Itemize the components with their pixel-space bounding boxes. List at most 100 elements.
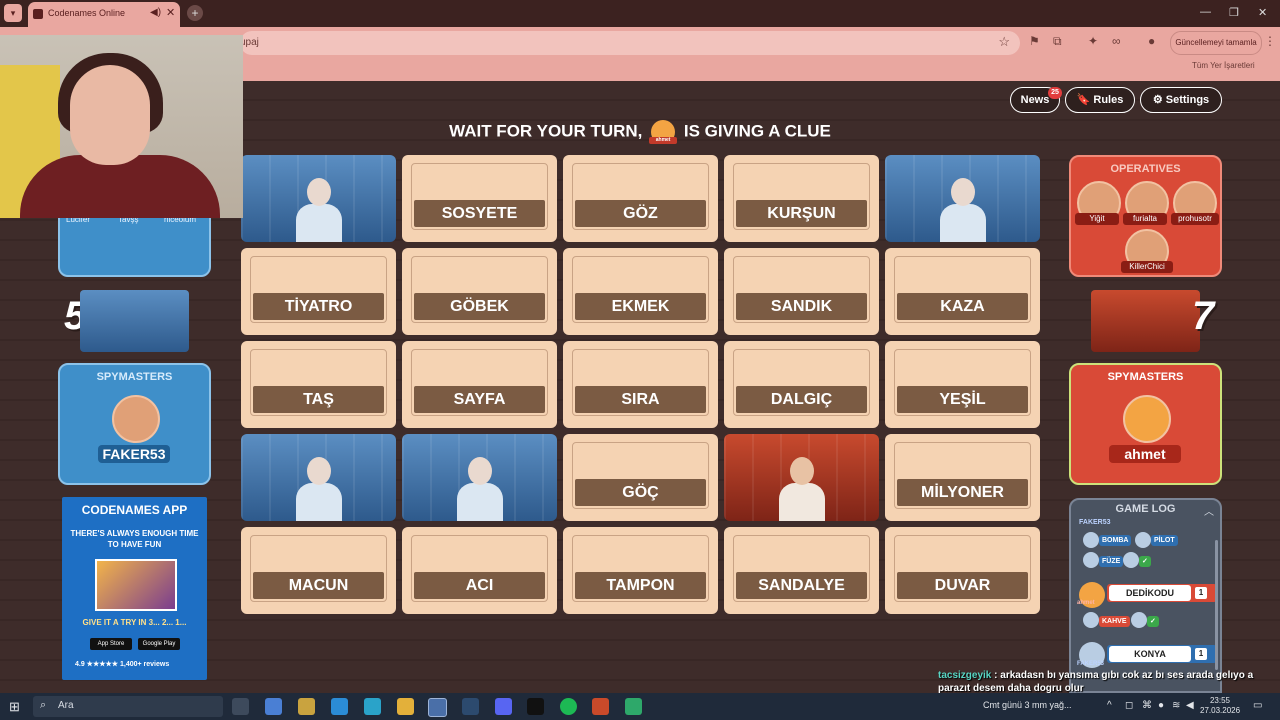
word-card[interactable] [402, 434, 557, 521]
word-card[interactable]: ACI [402, 527, 557, 614]
bookmark-star-icon[interactable]: ☆ [998, 34, 1010, 50]
browser-tab[interactable]: Codenames Online ◀) ✕ [28, 2, 180, 27]
log-user: FAKER53 [1079, 519, 1111, 526]
word-card[interactable]: DUVAR [885, 527, 1040, 614]
steam-icon[interactable] [462, 698, 479, 715]
windows-taskbar: ⊞ ⌕ Ara Cmt günü 3 mm yağ... ^ ◻ ⌘ ● ≋ ◀… [0, 693, 1280, 720]
volume-icon[interactable]: ◀ [1186, 700, 1194, 711]
card-word: GÖZ [575, 200, 706, 227]
word-card[interactable]: SAYFA [402, 341, 557, 428]
rules-button[interactable]: 🔖 Rules [1065, 87, 1135, 113]
discord-icon[interactable] [495, 698, 512, 715]
wifi-icon[interactable]: ≋ [1172, 700, 1180, 711]
log-avatar [1083, 612, 1099, 628]
chevron-up-icon[interactable]: ^ [1107, 700, 1112, 711]
word-card[interactable]: KAZA [885, 248, 1040, 335]
blue-spymaster-name: FAKER53 [98, 445, 170, 463]
word-card[interactable]: MİLYONER [885, 434, 1040, 521]
agent-head [306, 457, 331, 485]
log-scrollbar[interactable] [1215, 540, 1218, 670]
app-store-badge[interactable]: App Store [90, 638, 132, 650]
microphone-icon[interactable]: ● [1158, 700, 1164, 711]
word-card[interactable]: SANDIK [724, 248, 879, 335]
codenames-app-ad[interactable]: CODENAMES APP THERE'S ALWAYS ENOUGH TIME… [62, 497, 207, 680]
tab-favicon-icon [33, 9, 43, 19]
game-log-panel[interactable]: GAME LOG ︿ FAKER53 BOMBA PİLOT FÜZE ✓ ah… [1069, 498, 1222, 693]
word-card[interactable]: SOSYETE [402, 155, 557, 242]
log-clue-number: 1 [1195, 648, 1207, 660]
copilot-icon[interactable] [298, 698, 315, 715]
red-operative-name: furialta [1123, 213, 1167, 225]
word-card[interactable] [241, 155, 396, 242]
ad-image [95, 559, 177, 611]
word-card[interactable]: SANDALYE [724, 527, 879, 614]
puzzle-icon[interactable]: ⧉ [1053, 34, 1062, 49]
mail-icon[interactable] [331, 698, 348, 715]
word-card[interactable]: DALGIÇ [724, 341, 879, 428]
close-tab-icon[interactable]: ✕ [166, 6, 175, 19]
network-icon[interactable]: ⌘ [1142, 700, 1152, 711]
gear-icon: ⚙ [1152, 94, 1163, 106]
word-card[interactable] [724, 434, 879, 521]
word-card[interactable]: TİYATRO [241, 248, 396, 335]
chevron-up-icon[interactable]: ︿ [1204, 503, 1214, 518]
word-card[interactable]: TAMPON [563, 527, 718, 614]
tray-icon[interactable]: ◻ [1125, 700, 1133, 711]
menu-icon[interactable]: ⋮ [1264, 34, 1276, 48]
word-card[interactable] [241, 434, 396, 521]
card-word: KAZA [897, 293, 1028, 320]
reading-list-icon[interactable]: ✦ [1088, 34, 1098, 48]
close-window-icon[interactable]: ✕ [1258, 6, 1267, 19]
speaker-icon[interactable]: ◀) [150, 7, 161, 18]
profile-avatar[interactable]: ● [1148, 34, 1155, 48]
card-word: EKMEK [575, 293, 706, 320]
word-card[interactable]: YEŞİL [885, 341, 1040, 428]
card-word: SIRA [575, 386, 706, 413]
red-operative-name: Yiğit [1075, 213, 1119, 225]
log-clue-word: KONYA [1109, 646, 1191, 662]
extension-icon[interactable]: ⚑ [1029, 34, 1040, 48]
chrome-icon[interactable] [428, 698, 447, 717]
obs-icon[interactable] [592, 698, 609, 715]
word-card[interactable]: EKMEK [563, 248, 718, 335]
word-card[interactable]: KURŞUN [724, 155, 879, 242]
new-tab-button[interactable]: + [187, 5, 203, 21]
agent-body [295, 483, 342, 521]
settings-label: Settings [1165, 94, 1210, 106]
file-explorer-icon[interactable] [397, 698, 414, 715]
word-card[interactable]: TAŞ [241, 341, 396, 428]
all-bookmarks-link[interactable]: Tüm Yer İşaretleri [1192, 61, 1255, 70]
turn-status: WAIT FOR YOUR TURN, ahmet IS GIVING A CL… [400, 120, 880, 144]
tab-search-icon[interactable]: ▾ [4, 4, 22, 22]
taskbar-clock[interactable]: 23:55 27.03.2026 [1200, 696, 1240, 716]
tiktok-icon[interactable] [527, 698, 544, 715]
word-card[interactable]: MACUN [241, 527, 396, 614]
ad-title: CODENAMES APP [81, 503, 188, 517]
red-remaining-count: 7 [1192, 294, 1215, 338]
store-icon[interactable] [265, 698, 282, 715]
google-play-badge[interactable]: Google Play [138, 638, 180, 650]
notification-icon[interactable]: ▭ [1253, 700, 1262, 711]
agent-body [939, 204, 986, 242]
edge-icon[interactable] [364, 698, 381, 715]
word-card[interactable]: GÖÇ [563, 434, 718, 521]
word-card[interactable]: GÖBEK [402, 248, 557, 335]
link-icon[interactable]: ∞ [1112, 34, 1121, 48]
minimize-icon[interactable]: — [1200, 6, 1211, 18]
word-card[interactable]: GÖZ [563, 155, 718, 242]
card-word: SANDALYE [736, 572, 867, 599]
address-bar[interactable]: upaj ☆ [240, 31, 1020, 55]
settings-button[interactable]: ⚙ Settings [1140, 87, 1222, 113]
spotify-icon[interactable] [560, 698, 577, 715]
maximize-icon[interactable]: ❐ [1229, 6, 1239, 19]
task-view-icon[interactable] [232, 698, 249, 715]
app-icon[interactable] [625, 698, 642, 715]
taskbar-search[interactable]: ⌕ Ara [33, 696, 223, 717]
windows-start-icon[interactable]: ⊞ [9, 699, 20, 715]
update-button[interactable]: Güncellemeyi tamamla [1170, 31, 1262, 55]
word-card[interactable]: SIRA [563, 341, 718, 428]
weather-widget[interactable]: Cmt günü 3 mm yağ... [983, 700, 1072, 710]
card-word: MİLYONER [897, 479, 1028, 506]
ad-tagline: THERE'S ALWAYS ENOUGH TIME TO HAVE FUN [70, 529, 199, 549]
word-card[interactable] [885, 155, 1040, 242]
